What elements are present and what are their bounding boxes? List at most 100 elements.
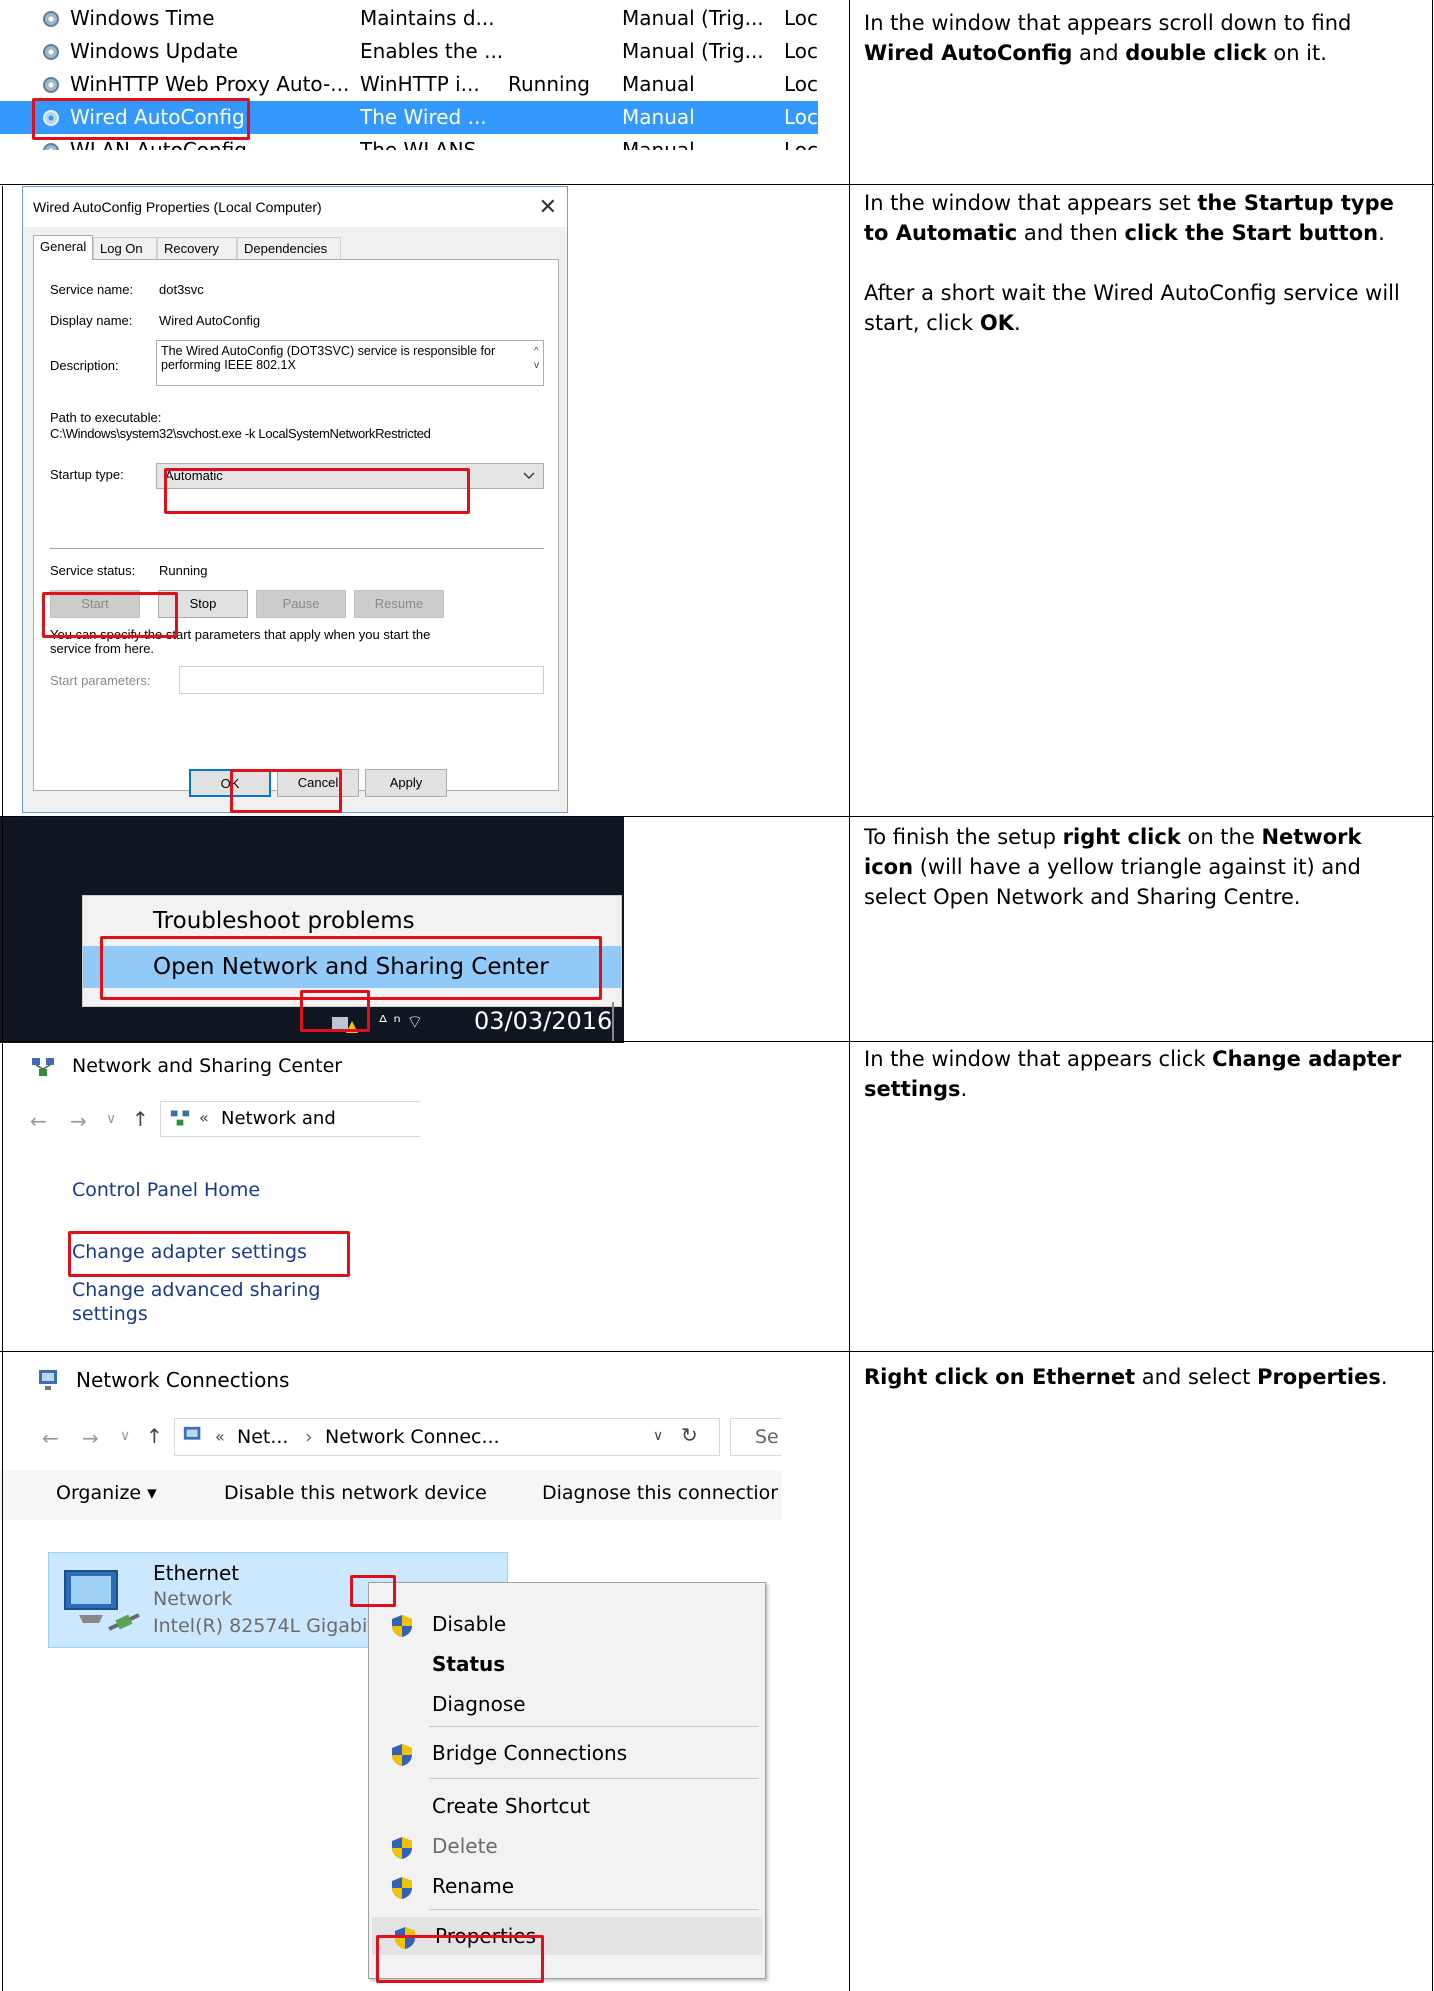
menu-item-properties[interactable]: Properties bbox=[372, 1917, 762, 1955]
taskbar-area: Troubleshoot problems Open Network and S… bbox=[0, 817, 624, 1043]
network-warning-icon[interactable] bbox=[330, 1011, 358, 1035]
menu-item-rename[interactable]: Rename bbox=[369, 1867, 765, 1905]
command-bar: Organize ▾ Disable this network device D… bbox=[0, 1470, 782, 1520]
service-gear-icon bbox=[43, 44, 59, 60]
link-control-panel-home[interactable]: Control Panel Home bbox=[72, 1179, 260, 1201]
properties-dialog: Wired AutoConfig Properties (Local Compu… bbox=[22, 186, 568, 813]
tab-general[interactable]: General bbox=[33, 235, 93, 260]
service-startup: Manual bbox=[622, 72, 695, 96]
display-name-value: Wired AutoConfig bbox=[159, 313, 261, 328]
address-bar[interactable]: « Network and bbox=[160, 1101, 420, 1137]
service-description: WinHTTP i... bbox=[360, 72, 480, 96]
step-text: . bbox=[1380, 1365, 1388, 1389]
service-description: The WLANS... bbox=[360, 138, 496, 150]
service-name: Windows Update bbox=[70, 39, 239, 63]
breadcrumb-net[interactable]: Net... bbox=[237, 1426, 288, 1448]
service-row-windows-update[interactable]: Windows Update Enables the ... Manual (T… bbox=[0, 35, 818, 68]
address-text: Network and bbox=[221, 1108, 336, 1129]
pause-button[interactable]: Pause bbox=[256, 590, 346, 618]
menu-item-delete[interactable]: Delete bbox=[369, 1827, 765, 1865]
back-arrow-icon[interactable]: ← bbox=[42, 1426, 59, 1450]
link-change-adapter-settings[interactable]: Change adapter settings bbox=[72, 1241, 307, 1263]
forward-arrow-icon[interactable]: → bbox=[70, 1109, 87, 1133]
menu-item-create-shortcut[interactable]: Create Shortcut bbox=[369, 1787, 765, 1825]
step-text: and select bbox=[1135, 1365, 1258, 1389]
tab-recovery[interactable]: Recovery bbox=[157, 237, 237, 259]
step-text: on it. bbox=[1266, 41, 1327, 65]
up-arrow-icon[interactable]: ↑ bbox=[132, 1107, 149, 1131]
service-description: The Wired ... bbox=[360, 105, 487, 129]
step-2-paragraph-1: In the window that appears set the Start… bbox=[864, 188, 1416, 248]
tab-dependencies[interactable]: Dependencies bbox=[237, 237, 341, 259]
service-logon: Loc bbox=[784, 39, 818, 63]
back-arrow-icon[interactable]: ← bbox=[30, 1109, 47, 1133]
disable-device-button[interactable]: Disable this network device bbox=[224, 1482, 487, 1504]
table-row-divider bbox=[0, 184, 1434, 185]
service-row-winhttp[interactable]: WinHTTP Web Proxy Auto-... WinHTTP i... … bbox=[0, 68, 818, 101]
divider bbox=[50, 548, 544, 549]
menu-item-bridge-connections[interactable]: Bridge Connections bbox=[369, 1734, 765, 1772]
forward-arrow-icon[interactable]: → bbox=[82, 1426, 99, 1450]
path-value: C:\Windows\system32\svchost.exe -k Local… bbox=[50, 426, 431, 441]
step-text: . bbox=[1378, 221, 1385, 245]
service-name-label: Service name: bbox=[50, 282, 134, 297]
link-change-advanced-sharing-settings[interactable]: settings bbox=[72, 1303, 148, 1325]
startup-type-select[interactable]: Automatic bbox=[156, 463, 544, 489]
service-row-wired-autoconfig[interactable]: Wired AutoConfig The Wired ... Manual Lo… bbox=[0, 101, 818, 134]
ok-button[interactable]: OK bbox=[189, 769, 271, 797]
table-row-divider bbox=[0, 1041, 1434, 1042]
refresh-icon[interactable]: ↻ bbox=[681, 1423, 698, 1447]
menu-item-status[interactable]: Status bbox=[369, 1645, 765, 1683]
adapter-name: Ethernet bbox=[153, 1561, 240, 1585]
service-row-wlan-autoconfig[interactable]: WLAN AutoConfig The WLANS... Manual Loc bbox=[0, 134, 818, 150]
up-arrow-icon[interactable]: ↑ bbox=[146, 1424, 163, 1448]
network-connections-window: Network Connections ← → ∨ ↑ « Net... › N… bbox=[0, 1356, 782, 1986]
address-bar[interactable]: « Net... › Network Connec... ∨ ↻ bbox=[174, 1418, 720, 1456]
table-row-divider bbox=[0, 1351, 1434, 1352]
history-chevron-icon[interactable]: ∨ bbox=[106, 1111, 116, 1127]
start-button[interactable]: Start bbox=[50, 590, 140, 618]
menu-item-troubleshoot[interactable]: Troubleshoot problems bbox=[83, 900, 621, 942]
step-2-instruction: In the window that appears set the Start… bbox=[864, 188, 1416, 368]
start-params-input[interactable] bbox=[179, 666, 544, 694]
history-chevron-icon[interactable]: ∨ bbox=[120, 1428, 130, 1444]
menu-label: Create Shortcut bbox=[432, 1794, 590, 1818]
step-text: . bbox=[960, 1077, 968, 1101]
start-params-hint: You can specify the start parameters tha… bbox=[50, 627, 431, 656]
uac-shield-icon bbox=[392, 1615, 412, 1637]
description-text: The Wired AutoConfig (DOT3SVC) service i… bbox=[161, 344, 496, 372]
diagnose-connection-button[interactable]: Diagnose this connectior bbox=[542, 1482, 778, 1504]
uac-shield-icon bbox=[395, 1927, 415, 1949]
step-text: (will have a yellow triangle against it)… bbox=[864, 855, 1361, 909]
adapter-network: Network bbox=[153, 1588, 233, 1610]
window-title: Network and Sharing Center bbox=[72, 1055, 343, 1077]
description-box[interactable]: The Wired AutoConfig (DOT3SVC) service i… bbox=[156, 340, 544, 386]
menu-label: Diagnose bbox=[432, 1692, 526, 1716]
step-bold: Right click on Ethernet bbox=[864, 1365, 1136, 1389]
resume-button[interactable]: Resume bbox=[354, 590, 444, 618]
services-list: Windows Time Maintains d... Manual (Trig… bbox=[0, 0, 818, 150]
scroll-arrows-icon[interactable]: ^ v bbox=[534, 345, 539, 373]
uac-shield-icon bbox=[392, 1744, 412, 1766]
service-status-value: Running bbox=[159, 563, 208, 578]
link-change-advanced-sharing[interactable]: Change advanced sharing bbox=[72, 1279, 320, 1301]
stop-button[interactable]: Stop bbox=[158, 590, 248, 618]
service-row-windows-time[interactable]: Windows Time Maintains d... Manual (Trig… bbox=[0, 2, 818, 35]
search-box[interactable]: Se bbox=[730, 1418, 782, 1456]
organize-button[interactable]: Organize ▾ bbox=[56, 1482, 157, 1504]
address-dropdown-icon[interactable]: ∨ bbox=[653, 1428, 663, 1444]
cancel-button[interactable]: Cancel bbox=[277, 769, 359, 797]
startup-type-value: Automatic bbox=[165, 468, 223, 483]
step-5-instruction: Right click on Ethernet and select Prope… bbox=[864, 1362, 1416, 1392]
menu-item-diagnose[interactable]: Diagnose bbox=[369, 1685, 765, 1723]
menu-item-open-network-center[interactable]: Open Network and Sharing Center bbox=[83, 946, 621, 988]
step-text: To finish the setup bbox=[864, 825, 1063, 849]
apply-button[interactable]: Apply bbox=[365, 769, 447, 797]
menu-item-disable[interactable]: Disable bbox=[369, 1605, 765, 1643]
step-text: . bbox=[1013, 311, 1021, 335]
tab-log-on[interactable]: Log On bbox=[93, 237, 157, 259]
breadcrumb-network-connections[interactable]: Network Connec... bbox=[325, 1426, 500, 1448]
close-icon[interactable]: ✕ bbox=[539, 187, 557, 227]
step-text: In the window that appears set bbox=[864, 191, 1198, 215]
network-sharing-center-window: Network and Sharing Center ← → ∨ ↑ « Net… bbox=[0, 1045, 420, 1345]
